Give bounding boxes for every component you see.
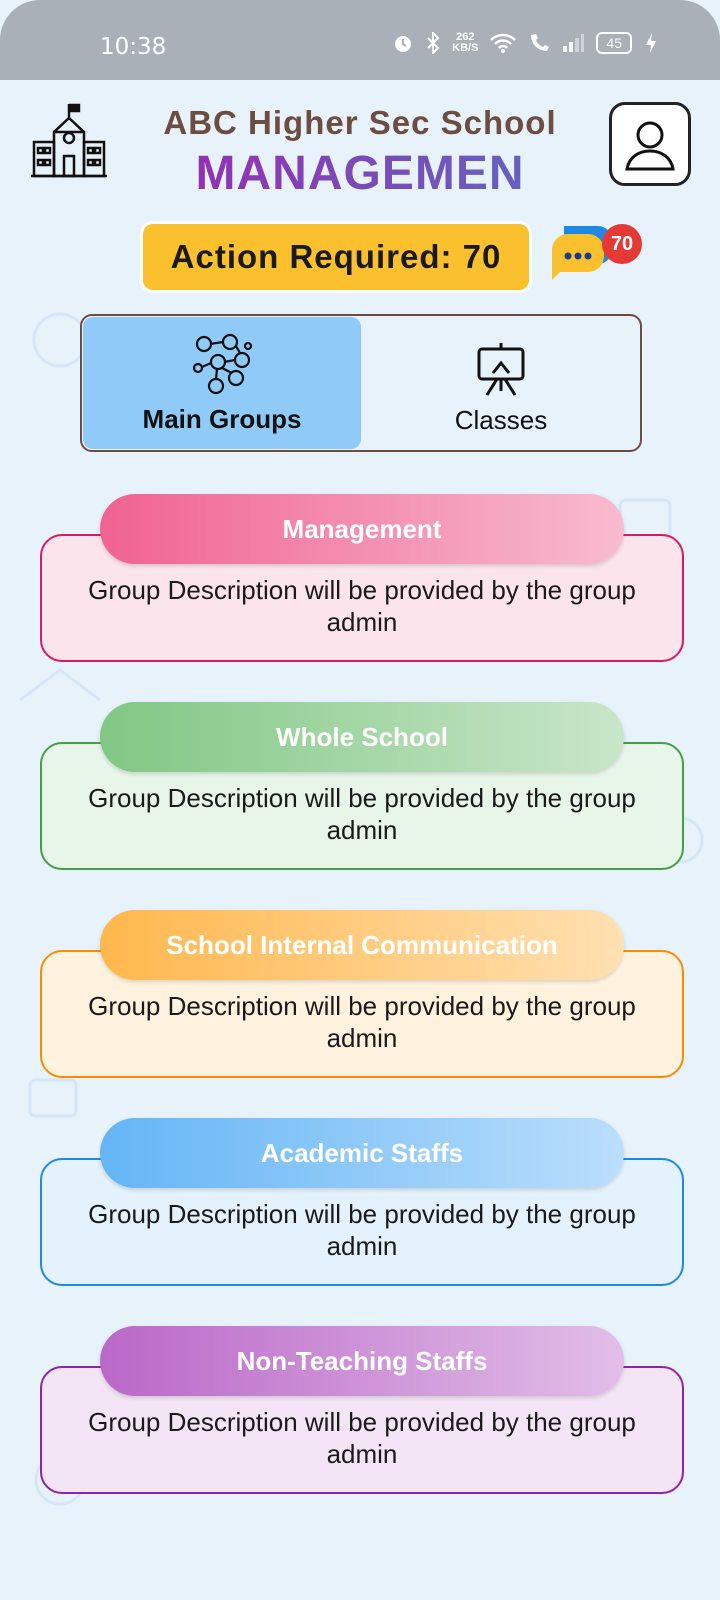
tab-label: Classes: [454, 405, 548, 435]
group-card-internal-communication[interactable]: Group Description will be provided by th…: [40, 910, 684, 1078]
group-title: Whole School: [100, 702, 624, 772]
group-title: Academic Staffs: [100, 1118, 624, 1188]
tab-classes[interactable]: Classes: [362, 316, 640, 450]
user-profile-icon: [625, 121, 675, 171]
school-building-icon: [31, 103, 107, 178]
wifi-icon: [490, 33, 517, 53]
tab-main-groups[interactable]: Main Groups: [83, 317, 361, 449]
status-icons: 262 KB/S 45: [392, 32, 658, 54]
group-card-non-teaching-staffs[interactable]: Group Description will be provided by th…: [40, 1326, 684, 1494]
group-title: Management: [100, 494, 624, 564]
role-title: MANAGEMEN: [130, 146, 590, 201]
signal-icon: [563, 34, 585, 52]
notification-count-badge: 70: [602, 224, 642, 264]
wifi-call-icon: [531, 34, 550, 51]
status-time: 10:38: [100, 34, 167, 60]
alarm-icon: [395, 36, 412, 52]
group-title: Non-Teaching Staffs: [100, 1326, 624, 1396]
bluetooth-icon: [427, 32, 440, 54]
presentation-board-icon: [477, 343, 525, 396]
tab-label: Main Groups: [142, 404, 302, 434]
tab-bar: Main Groups Classes: [80, 314, 642, 452]
net-speed: 262 KB/S: [452, 31, 479, 54]
status-bar: 10:38 262 KB/S 45: [0, 0, 720, 80]
school-name: ABC Higher Sec School: [163, 104, 557, 141]
action-required-badge[interactable]: Action Required: 70: [143, 224, 529, 290]
group-card-whole-school[interactable]: Group Description will be provided by th…: [40, 702, 684, 870]
charging-icon: [646, 33, 656, 53]
battery-indicator: 45: [596, 32, 632, 54]
group-card-management[interactable]: Group Description will be provided by th…: [40, 494, 684, 662]
group-card-academic-staffs[interactable]: Group Description will be provided by th…: [40, 1118, 684, 1286]
group-network-icon: [192, 333, 253, 395]
profile-button[interactable]: [609, 102, 691, 186]
group-title: School Internal Communication: [100, 910, 624, 980]
